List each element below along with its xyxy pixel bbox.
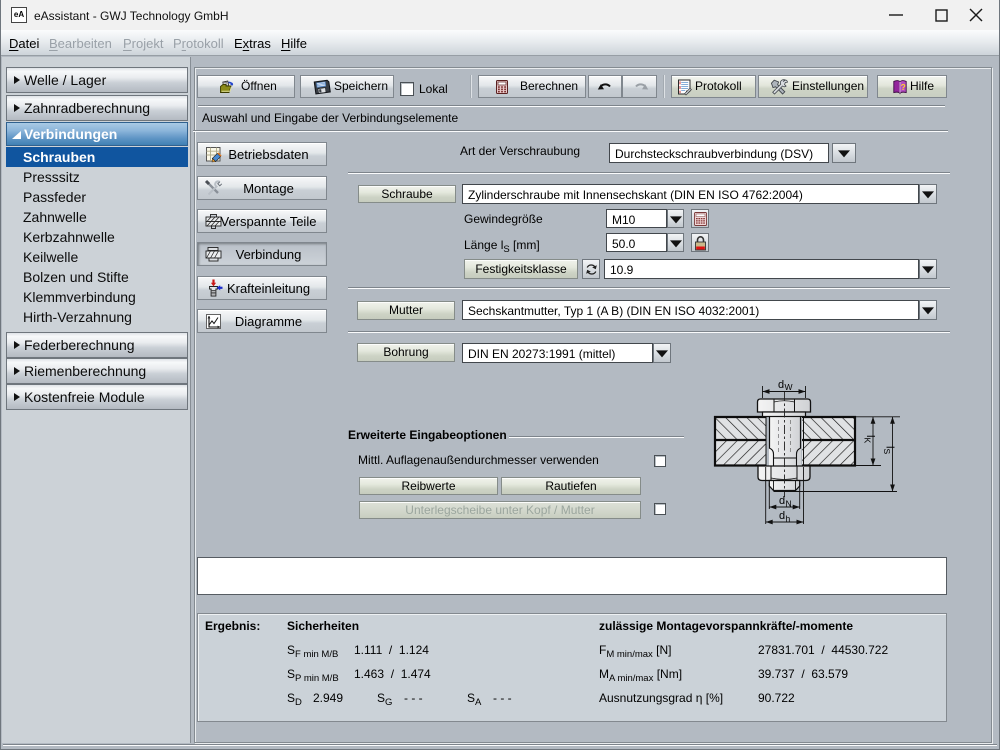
svg-text:?: ? bbox=[901, 82, 906, 92]
svg-text:N: N bbox=[786, 499, 792, 509]
svg-text:lS: lS bbox=[882, 446, 896, 454]
svg-text:h: h bbox=[786, 514, 791, 524]
svg-text:lK: lK bbox=[863, 435, 877, 443]
svg-text:d: d bbox=[778, 379, 784, 391]
svg-text:d: d bbox=[779, 510, 785, 522]
svg-text:d: d bbox=[779, 495, 785, 507]
svg-text:W: W bbox=[785, 382, 793, 392]
